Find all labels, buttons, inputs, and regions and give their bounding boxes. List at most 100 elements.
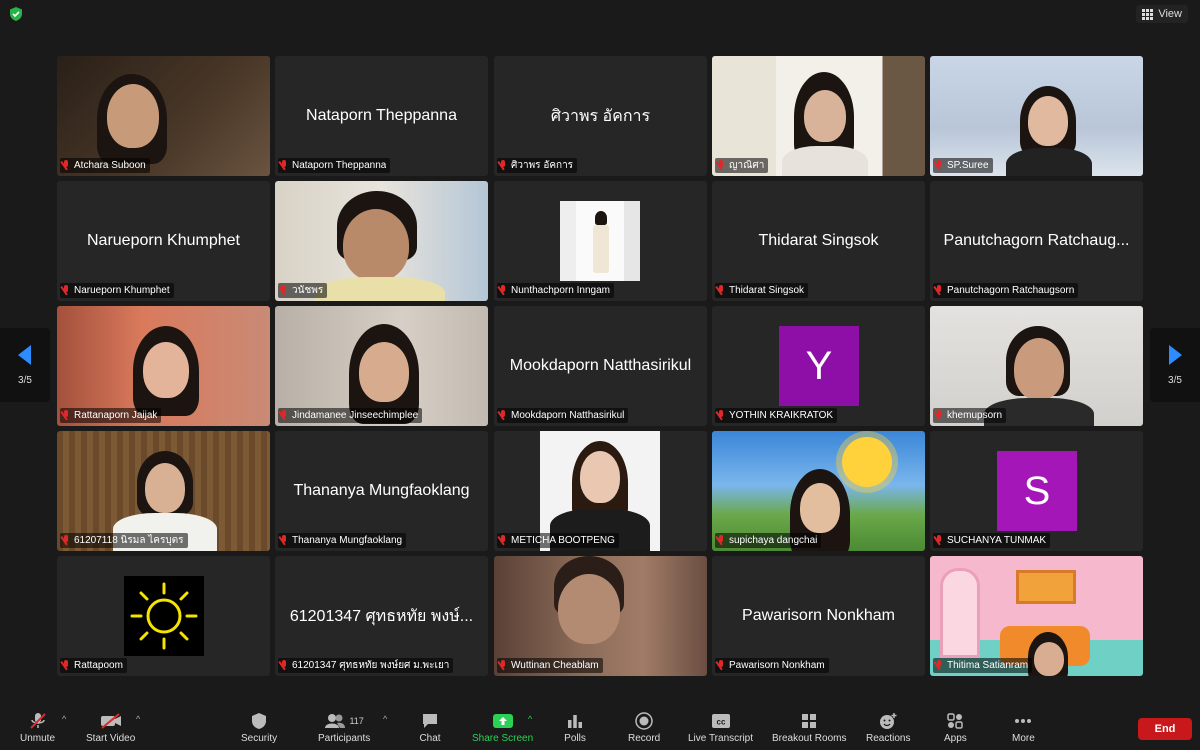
chat-label: Chat [419,733,441,744]
participant-tile[interactable]: ญาณิศา [712,56,925,176]
audio-options-chevron-icon[interactable]: ^ [62,714,66,724]
muted-mic-icon [717,410,726,421]
muted-mic-icon [935,160,944,171]
view-label: View [1158,8,1182,20]
participant-name-tag: supichaya dangchai [715,533,822,548]
muted-mic-icon [935,410,944,421]
page-indicator-right: 3/5 [1168,374,1182,386]
muted-mic-icon [62,535,71,546]
security-button[interactable]: Security [241,712,277,744]
participant-tile[interactable]: Thidarat Singsok Thidarat Singsok [712,181,925,301]
share-options-chevron-icon[interactable]: ^ [528,714,532,724]
breakout-rooms-button[interactable]: Breakout Rooms [772,712,846,744]
more-dots-icon [1012,712,1034,730]
reactions-button[interactable]: Reactions [866,712,910,744]
participant-tile[interactable]: Jindamanee Jinseechimplee [275,306,488,426]
participant-tile[interactable]: Wuttinan Cheablam [494,556,707,676]
participant-name-tag: 61201347 ศุทธหทัย พงษ์ยศ ม.พะเยา [278,658,454,673]
start-video-button[interactable]: Start Video [86,712,135,744]
muted-mic-icon [935,535,944,546]
participants-icon: 117 [319,712,369,730]
meeting-toolbar: Unmute ^ Start Video ^ Security 117 Part… [0,706,1200,750]
participant-name-tag: Nunthachporn Inngam [497,283,614,298]
participant-name-tag: Panutchagorn Ratchaugsorn [933,283,1079,298]
participant-name-tag: Thananya Mungfaoklang [278,533,407,548]
participant-tile[interactable]: Narueporn Khumphet Narueporn Khumphet [57,181,270,301]
participant-tile[interactable]: Rattapoom [57,556,270,676]
sun-avatar-image [124,576,204,656]
participant-tile[interactable]: METICHA BOOTPENG [494,431,707,551]
muted-mic-icon [62,660,71,671]
participant-tile[interactable]: Nataporn Theppanna Nataporn Theppanna [275,56,488,176]
live-transcript-button[interactable]: cc Live Transcript [688,712,753,744]
participant-tile[interactable]: Thananya Mungfaoklang Thananya Mungfaokl… [275,431,488,551]
video-off-icon [100,712,122,730]
muted-mic-icon [280,535,289,546]
muted-microphone-icon [27,712,49,730]
muted-mic-icon [62,160,71,171]
breakout-rooms-label: Breakout Rooms [772,733,847,744]
participant-name-tag: ศิวาพร อัคการ [497,158,578,173]
muted-mic-icon [935,660,944,671]
muted-mic-icon [62,285,71,296]
unmute-button[interactable]: Unmute [20,712,55,744]
participants-label: Participants [318,733,371,744]
participant-tile[interactable]: ศิวาพร อัคการ ศิวาพร อัคการ [494,56,707,176]
svg-text:cc: cc [716,718,725,727]
muted-mic-icon [499,285,508,296]
video-options-chevron-icon[interactable]: ^ [136,714,140,724]
reactions-label: Reactions [866,733,911,744]
end-meeting-button[interactable]: End [1138,718,1192,740]
participant-name-tag: YOTHIN KRAIKRATOK [715,408,838,423]
muted-mic-icon [935,285,944,296]
participant-name-tag: Rattanaporn Jaijak [60,408,162,423]
participant-tile[interactable]: SP.Suree [930,56,1143,176]
muted-mic-icon [717,535,726,546]
participant-name-tag: Narueporn Khumphet [60,283,174,298]
participant-name-tag: Wuttinan Cheablam [497,658,603,673]
muted-mic-icon [499,410,508,421]
more-button[interactable]: More [1012,712,1035,744]
security-shield-icon[interactable] [8,6,24,22]
participant-name-tag: Pawarisorn Nonkham [715,658,829,673]
participant-tile[interactable]: Thitima Satianram [930,556,1143,676]
participant-name-tag: METICHA BOOTPENG [497,533,619,548]
muted-mic-icon [499,660,508,671]
closed-caption-icon: cc [710,712,732,730]
participant-name-tag: Rattapoom [60,658,127,673]
muted-mic-icon [280,285,289,296]
participant-name-tag: 61207118 นิรมล ไครบุตร [60,533,188,548]
record-icon [633,712,655,730]
muted-mic-icon [717,285,726,296]
previous-page-button[interactable]: 3/5 [0,328,50,402]
participant-name-tag: SP.Suree [933,158,993,173]
participant-tile[interactable]: Panutchagorn Ratchaug... Panutchagorn Ra… [930,181,1143,301]
participant-tile[interactable]: khemupsorn [930,306,1143,426]
participant-name-tag: Jindamanee Jinseechimplee [278,408,423,423]
participant-tile[interactable]: Atchara Suboon [57,56,270,176]
next-page-button[interactable]: 3/5 [1150,328,1200,402]
participant-tile[interactable]: Pawarisorn Nonkham Pawarisorn Nonkham [712,556,925,676]
participant-tile[interactable]: 61207118 นิรมล ไครบุตร [57,431,270,551]
apps-button[interactable]: Apps [944,712,967,744]
participant-tile[interactable]: Nunthachporn Inngam [494,181,707,301]
muted-mic-icon [280,410,289,421]
view-button[interactable]: View [1136,5,1188,23]
start-video-label: Start Video [86,733,136,744]
participant-name-tag: Mookdaporn Natthasirikul [497,408,629,423]
participant-tile[interactable]: supichaya dangchai [712,431,925,551]
participants-options-chevron-icon[interactable]: ^ [383,714,387,724]
muted-mic-icon [717,160,726,171]
participant-tile[interactable]: วนัชพร [275,181,488,301]
participant-tile[interactable]: S SUCHANYA TUNMAK [930,431,1143,551]
share-screen-button[interactable]: Share Screen [472,712,533,744]
participant-tile[interactable]: Y YOTHIN KRAIKRATOK [712,306,925,426]
participants-button[interactable]: 117 Participants [318,712,370,744]
page-indicator-left: 3/5 [18,374,32,386]
participant-tile[interactable]: 61201347 ศุทธหทัย พงษ์... 61201347 ศุทธห… [275,556,488,676]
participant-tile[interactable]: Rattanaporn Jaijak [57,306,270,426]
participant-tile[interactable]: Mookdaporn Natthasirikul Mookdaporn Natt… [494,306,707,426]
polls-button[interactable]: Polls [564,712,586,744]
chat-button[interactable]: Chat [419,712,441,744]
record-button[interactable]: Record [628,712,660,744]
